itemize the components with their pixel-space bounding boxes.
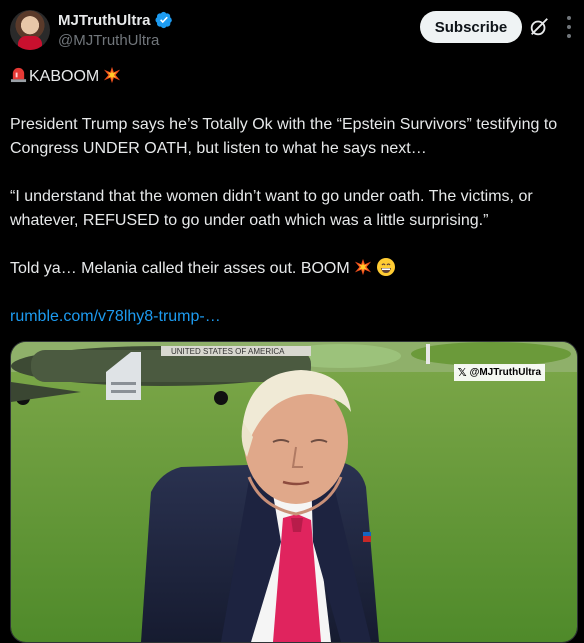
x-logo-icon: 𝕏 (457, 367, 467, 379)
tweet-line-quote: “I understand that the women didn’t want… (10, 188, 533, 229)
tweet-line-boom: Told ya… Melania called their asses out.… (10, 257, 576, 281)
watermark-handle: @MJTruthUltra (469, 367, 541, 378)
more-icon[interactable] (560, 16, 578, 38)
collision-emoji (104, 66, 121, 84)
tweet-link[interactable]: rumble.com/v78lhy8-trump-… (10, 308, 221, 325)
tweet-text: KABOOM President Trump says he’s Totally… (10, 65, 576, 329)
boom-text: Told ya… Melania called their asses out.… (10, 260, 350, 277)
grin-emoji (376, 258, 395, 276)
author-handle[interactable]: @MJTruthUltra (58, 32, 159, 49)
tweet-line-kaboom: KABOOM (10, 65, 576, 89)
siren-emoji (10, 67, 27, 83)
aircraft-lettering: UNITED STATES OF AMERICA (171, 347, 285, 356)
collision-emoji (354, 258, 371, 276)
verified-badge-icon (155, 11, 172, 29)
video-player[interactable]: UNITED STATES OF AMERICA 𝕏 @MJTruthUltra (10, 341, 578, 643)
kaboom-text: KABOOM (29, 68, 100, 85)
author-name-row: MJTruthUltra (58, 11, 173, 29)
display-name[interactable]: MJTruthUltra (58, 12, 151, 29)
video-frame: UNITED STATES OF AMERICA (11, 342, 577, 642)
subscribe-button[interactable]: Subscribe (420, 11, 522, 43)
grok-icon[interactable] (528, 16, 550, 38)
video-watermark: 𝕏 @MJTruthUltra (453, 364, 545, 381)
tweet-line-claim: President Trump says he’s Totally Ok wit… (10, 116, 558, 157)
avatar[interactable] (10, 10, 50, 50)
